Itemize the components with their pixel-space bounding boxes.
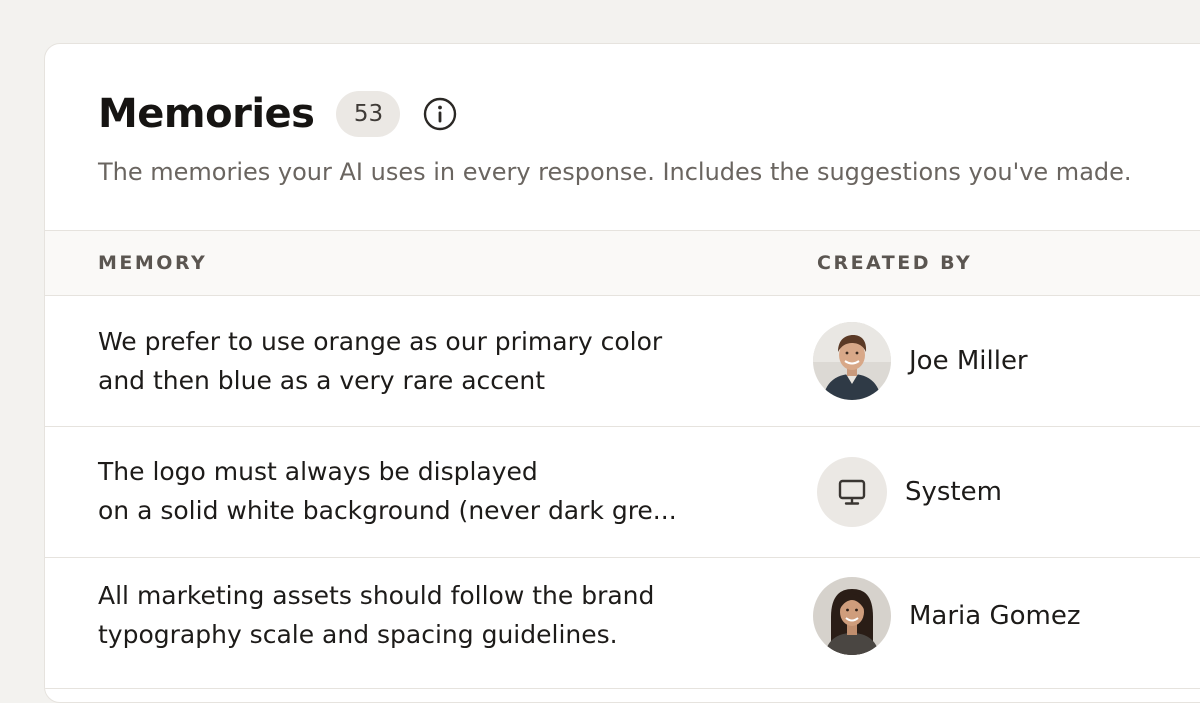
memory-line: typography scale and spacing guidelines. — [98, 620, 618, 649]
panel-header: Memories 53 The memories your AI uses in… — [45, 44, 1200, 232]
memory-count-badge: 53 — [336, 91, 401, 137]
created-by-cell: Joe Miller — [813, 322, 1028, 400]
memory-line: We prefer to use orange as our primary c… — [98, 327, 663, 356]
avatar — [813, 577, 891, 655]
table-header: MEMORY CREATED BY — [45, 230, 1200, 296]
page-subtitle: The memories your AI uses in every respo… — [98, 158, 1132, 186]
creator-name: Maria Gomez — [909, 601, 1081, 631]
memory-line: All marketing assets should follow the b… — [98, 581, 655, 610]
creator-name: Joe Miller — [909, 346, 1028, 376]
memory-text: We prefer to use orange as our primary c… — [98, 322, 698, 400]
table-row[interactable]: The logo must always be displayed on a s… — [45, 427, 1200, 558]
table-row[interactable]: We prefer to use orange as our primary c… — [45, 296, 1200, 427]
memory-line: and then blue as a very rare accent — [98, 366, 546, 395]
created-by-cell: System — [813, 457, 1002, 527]
info-icon[interactable] — [423, 97, 457, 131]
column-header-created-by[interactable]: CREATED BY — [817, 231, 972, 295]
table-row[interactable]: All marketing assets should follow the b… — [45, 558, 1200, 689]
memory-line: on a solid white background (never dark … — [98, 496, 677, 525]
memory-text: All marketing assets should follow the b… — [98, 576, 698, 654]
memory-line: The logo must always be displayed — [98, 457, 538, 486]
column-header-memory[interactable]: MEMORY — [98, 231, 207, 295]
creator-name: System — [905, 477, 1002, 507]
memories-panel: Memories 53 The memories your AI uses in… — [44, 43, 1200, 703]
created-by-cell: Maria Gomez — [813, 577, 1081, 655]
monitor-icon — [817, 457, 887, 527]
avatar — [813, 322, 891, 400]
title-row: Memories 53 — [98, 88, 457, 140]
memory-text: The logo must always be displayed on a s… — [98, 452, 698, 530]
page-title: Memories — [98, 91, 315, 137]
